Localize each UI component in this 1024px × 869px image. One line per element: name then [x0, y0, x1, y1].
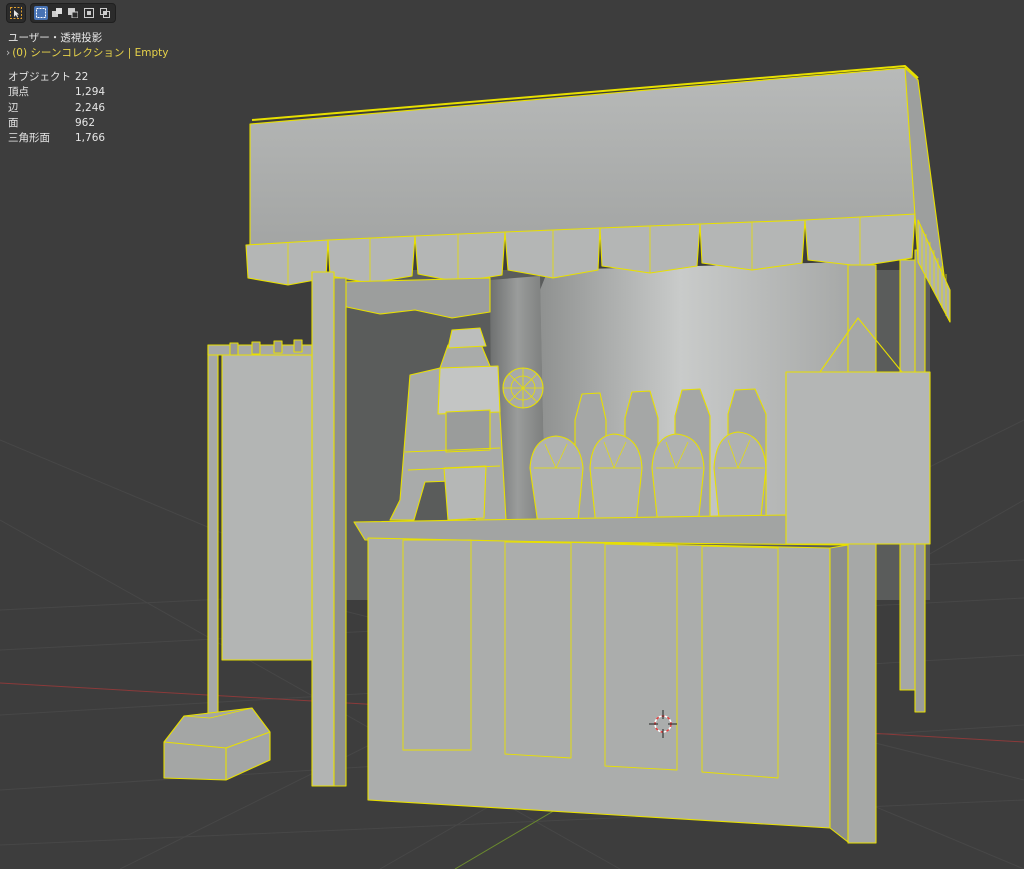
select-subtract-icon [68, 8, 78, 18]
banner-stand [163, 339, 313, 781]
select-new-icon [36, 8, 46, 18]
stat-row: オブジェクト 22 [8, 71, 89, 83]
collection-label: › (0) シーンコレクション | Empty [6, 47, 169, 59]
3d-viewport[interactable] [0, 0, 1024, 869]
stat-row: 三角形面 1,766 [8, 132, 106, 145]
select-new-button[interactable] [34, 6, 48, 20]
stall-model [163, 65, 951, 844]
select-extend-icon [52, 8, 62, 17]
chevron-right-icon: › [6, 47, 11, 59]
hanging-sign [785, 371, 931, 545]
view-label: ユーザー・透視投影 [8, 32, 103, 44]
select-mode-group [30, 3, 116, 23]
stat-row: 面 962 [8, 116, 96, 129]
select-invert-button[interactable] [82, 6, 96, 20]
cursor-arrow-icon [10, 7, 22, 19]
stat-row: 辺 2,246 [8, 101, 106, 114]
counter-front [367, 537, 831, 829]
stat-row: 頂点 1,294 [8, 86, 106, 99]
viewport-info-overlay: ユーザー・透視投影 › (0) シーンコレクション | Empty [6, 31, 169, 61]
select-tool-button[interactable] [6, 3, 26, 23]
select-invert-icon [84, 8, 94, 18]
select-intersect-button[interactable] [98, 6, 112, 20]
viewport-toolbar [6, 3, 116, 23]
select-extend-button[interactable] [50, 6, 64, 20]
select-subtract-button[interactable] [66, 6, 80, 20]
scene-statistics: オブジェクト 22 頂点 1,294 辺 2,246 面 962 三角形面 1,766 [8, 70, 105, 146]
select-intersect-icon [100, 8, 110, 18]
